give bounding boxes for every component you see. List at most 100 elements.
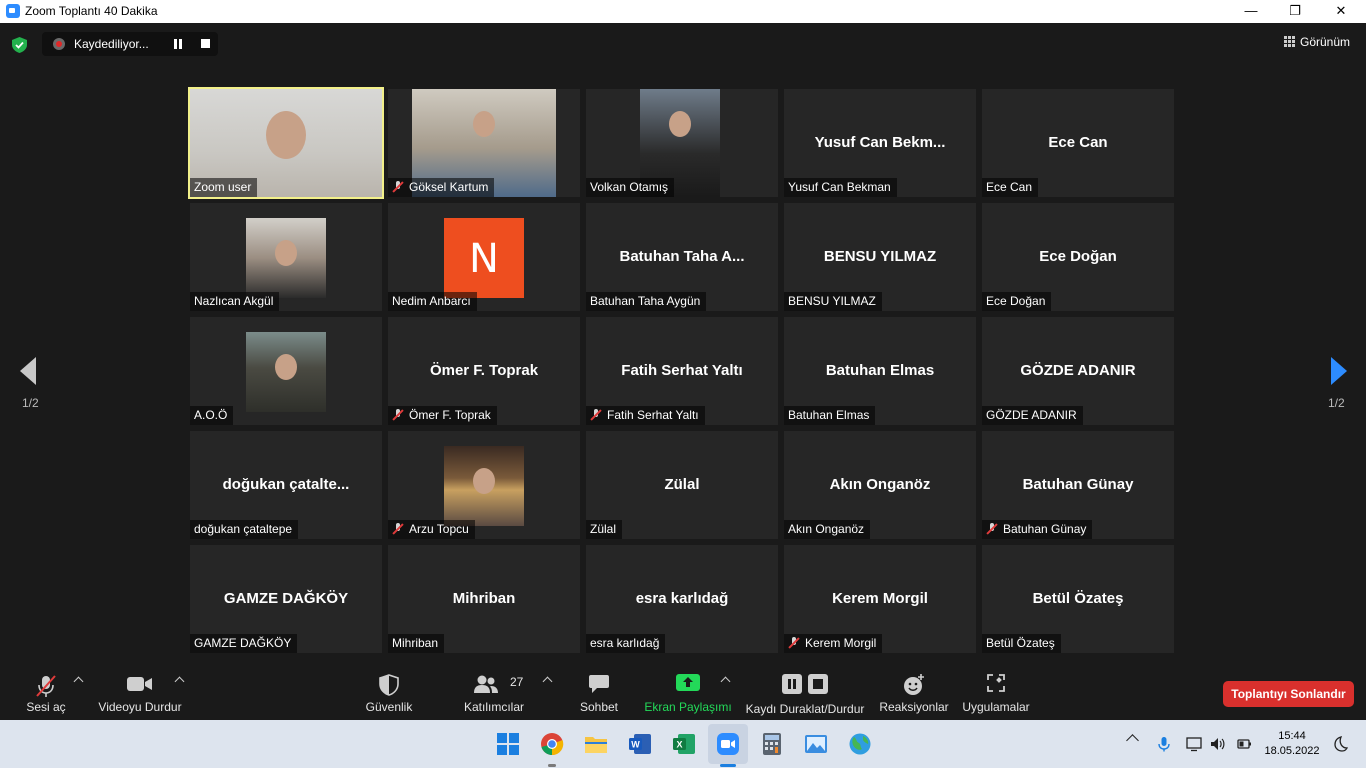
share-screen-button[interactable]: Ekran Paylaşımı xyxy=(640,660,736,720)
apps-button[interactable]: Uygulamalar xyxy=(958,660,1034,720)
participant-name-label: Volkan Otamış xyxy=(586,178,675,197)
participant-tile[interactable]: GÖZDE ADANIR GÖZDE ADANIR xyxy=(982,317,1174,425)
stop-video-button[interactable]: Videoyu Durdur xyxy=(94,660,186,720)
participant-tile[interactable]: Kerem Morgil Kerem Morgil xyxy=(784,545,976,653)
show-hidden-icons-chevron-icon[interactable] xyxy=(1126,734,1139,747)
participant-tile[interactable]: Zoom user xyxy=(188,87,384,199)
participant-tile[interactable]: Yusuf Can Bekm... Yusuf Can Bekman xyxy=(784,89,976,197)
participant-tile[interactable]: Batuhan Taha A... Batuhan Taha Aygün xyxy=(586,203,778,311)
network-icon[interactable] xyxy=(1186,736,1202,752)
participant-name-label: Batuhan Taha Aygün xyxy=(586,292,707,311)
participant-name-label: Betül Özateş xyxy=(982,634,1061,653)
face-shape xyxy=(669,111,691,137)
participant-tile[interactable]: A.O.Ö xyxy=(190,317,382,425)
participant-display-name: Ömer F. Toprak xyxy=(429,362,539,379)
globe-app-icon[interactable] xyxy=(848,732,872,756)
participant-tile[interactable]: Ece Doğan Ece Doğan xyxy=(982,203,1174,311)
participant-tile[interactable]: Volkan Otamış xyxy=(586,89,778,197)
share-screen-icon xyxy=(676,674,700,691)
participant-name-label: Zoom user xyxy=(190,178,258,197)
record-icon xyxy=(53,38,65,50)
audio-options-chevron-icon[interactable] xyxy=(73,676,84,687)
participant-tile[interactable]: Batuhan Günay Batuhan Günay xyxy=(982,431,1174,539)
participants-count: 27 xyxy=(510,675,524,689)
reactions-smiley-icon xyxy=(904,674,924,695)
participant-tile[interactable]: Zülal Zülal xyxy=(586,431,778,539)
clock-time: 15:44 xyxy=(1278,730,1306,742)
participant-name: Betül Özateş xyxy=(986,636,1055,650)
next-page-arrow-icon[interactable] xyxy=(1331,357,1347,385)
participant-tile[interactable]: Akın Onganöz Akın Onganöz xyxy=(784,431,976,539)
recording-control-button[interactable]: Kaydı Duraklat/Durdur xyxy=(742,660,868,720)
participant-tile[interactable]: esra karlıdağ esra karlıdağ xyxy=(586,545,778,653)
participant-tile[interactable]: Nazlıcan Akgül xyxy=(190,203,382,311)
participant-tile[interactable]: Fatih Serhat Yaltı Fatih Serhat Yaltı xyxy=(586,317,778,425)
pause-recording-icon[interactable] xyxy=(173,39,183,49)
participant-name: Batuhan Taha Aygün xyxy=(590,294,701,308)
microphone-tray-icon[interactable] xyxy=(1156,736,1172,752)
focus-assist-moon-icon[interactable] xyxy=(1332,736,1348,752)
participant-tile[interactable]: N Nedim Anbarcı xyxy=(388,203,580,311)
participant-tile[interactable]: BENSU YILMAZ BENSU YILMAZ xyxy=(784,203,976,311)
chat-button[interactable]: Sohbet xyxy=(572,660,626,720)
recording-indicator: Kaydediliyor... xyxy=(42,32,218,56)
page-indicator-left: 1/2 xyxy=(22,396,39,410)
zoom-taskbar-icon[interactable] xyxy=(716,732,740,756)
participant-name-label: esra karlıdağ xyxy=(586,634,666,653)
participant-tile[interactable]: Göksel Kartum xyxy=(388,89,580,197)
participant-tile[interactable]: Ece Can Ece Can xyxy=(982,89,1174,197)
system-clock[interactable]: 15:44 18.05.2022 xyxy=(1262,729,1322,759)
microphone-muted-icon xyxy=(392,523,404,535)
reactions-button[interactable]: Reaksiyonlar xyxy=(876,660,952,720)
participant-tile[interactable]: Batuhan Elmas Batuhan Elmas xyxy=(784,317,976,425)
participant-display-name: Fatih Serhat Yaltı xyxy=(621,362,743,379)
face-shape xyxy=(266,111,306,159)
recording-status: Kaydediliyor... xyxy=(74,37,149,51)
end-meeting-button[interactable]: Toplantıyı Sonlandır xyxy=(1223,681,1354,707)
participant-display-name: Batuhan Taha A... xyxy=(619,248,745,265)
participant-name: Zoom user xyxy=(194,180,252,194)
participants-options-chevron-icon[interactable] xyxy=(542,676,553,687)
participant-name-label: A.O.Ö xyxy=(190,406,234,425)
shield-check-icon[interactable] xyxy=(12,37,27,53)
participants-button[interactable]: 27 Katılımcılar xyxy=(458,660,530,720)
photos-icon[interactable] xyxy=(804,732,828,756)
microphone-muted-icon xyxy=(986,523,998,535)
participant-name-label: Yusuf Can Bekman xyxy=(784,178,897,197)
battery-icon[interactable] xyxy=(1236,736,1252,752)
stop-recording-icon[interactable] xyxy=(201,39,210,48)
chrome-icon[interactable] xyxy=(540,732,564,756)
excel-icon[interactable]: X xyxy=(672,732,696,756)
view-button[interactable]: Görünüm xyxy=(1284,35,1350,55)
minimize-button[interactable]: — xyxy=(1228,0,1274,23)
file-explorer-icon[interactable] xyxy=(584,732,608,756)
participant-video xyxy=(246,218,326,298)
close-button[interactable]: ✕ xyxy=(1318,0,1364,23)
previous-page-arrow-icon[interactable] xyxy=(20,357,36,385)
participant-tile[interactable]: doğukan çatalte... doğukan çataltepe xyxy=(190,431,382,539)
participant-tile[interactable]: Ömer F. Toprak Ömer F. Toprak xyxy=(388,317,580,425)
participant-display-name: GÖZDE ADANIR xyxy=(1020,362,1136,379)
participant-name-label: Nedim Anbarcı xyxy=(388,292,477,311)
participant-tile[interactable]: Arzu Topcu xyxy=(388,431,580,539)
unmute-button[interactable]: Sesi aç xyxy=(18,660,74,720)
clock-date: 18.05.2022 xyxy=(1264,745,1320,757)
security-button[interactable]: Güvenlik xyxy=(360,660,418,720)
participant-name-label: doğukan çataltepe xyxy=(190,520,299,539)
participant-display-name: Yusuf Can Bekm... xyxy=(814,134,946,151)
microphone-muted-icon xyxy=(590,409,602,421)
participants-icon xyxy=(474,675,498,693)
participant-tile[interactable]: Betül Özateş Betül Özateş xyxy=(982,545,1174,653)
participant-display-name: Batuhan Günay xyxy=(1022,476,1134,493)
volume-icon[interactable] xyxy=(1210,736,1226,752)
participant-tile[interactable]: GAMZE DAĞKÖY GAMZE DAĞKÖY xyxy=(190,545,382,653)
participant-name-label: Batuhan Günay xyxy=(982,520,1093,539)
avatar-initial: N xyxy=(469,236,499,282)
windows-start-icon[interactable] xyxy=(496,732,520,756)
word-icon[interactable]: W xyxy=(628,732,652,756)
maximize-button[interactable]: ❐ xyxy=(1272,0,1318,23)
calculator-icon[interactable] xyxy=(760,732,784,756)
participant-avatar: N xyxy=(444,218,524,298)
svg-text:W: W xyxy=(631,740,640,750)
participant-tile[interactable]: Mihriban Mihriban xyxy=(388,545,580,653)
